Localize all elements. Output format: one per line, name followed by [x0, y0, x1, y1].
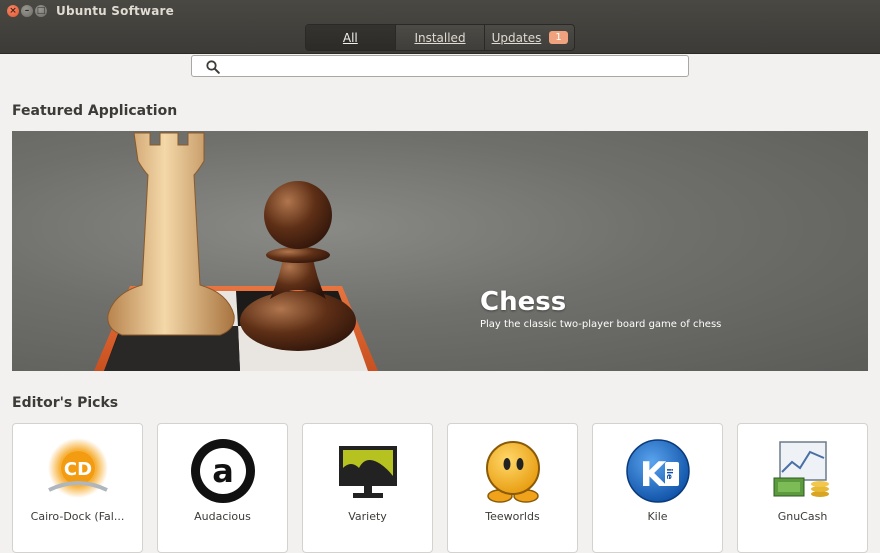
svg-text:ile: ile: [665, 469, 674, 480]
kile-icon: K ile: [626, 439, 690, 503]
chess-artwork: [94, 132, 378, 371]
window-title: Ubuntu Software: [56, 4, 174, 18]
window-titlebar: × – □ Ubuntu Software All Installed Upda…: [0, 0, 880, 54]
app-name: Variety: [348, 510, 387, 523]
close-window-button[interactable]: ×: [7, 5, 19, 17]
editors-picks-title: Editor's Picks: [12, 395, 119, 411]
featured-banner[interactable]: Chess Play the classic two-player board …: [12, 131, 868, 371]
app-name: Cairo-Dock (Fal...: [30, 510, 125, 523]
app-card-variety[interactable]: Variety: [302, 423, 433, 553]
cairo-dock-icon: CD: [48, 438, 108, 498]
teeworlds-icon: [486, 441, 540, 503]
search-input[interactable]: [191, 55, 689, 77]
tab-updates[interactable]: Updates 1: [485, 25, 574, 50]
maximize-icon: □: [36, 5, 46, 16]
app-name: Kile: [647, 510, 668, 523]
featured-section-title: Featured Application: [12, 103, 178, 119]
app-card-kile[interactable]: K ile Kile: [592, 423, 723, 553]
featured-app-name: Chess: [480, 287, 567, 317]
tab-all[interactable]: All: [306, 25, 396, 50]
variety-icon: [339, 446, 397, 498]
app-card-gnucash[interactable]: GnuCash: [737, 423, 868, 553]
app-name: Teeworlds: [485, 510, 540, 523]
app-name: GnuCash: [777, 510, 828, 523]
app-card-cairo-dock[interactable]: CD Cairo-Dock (Fal...: [12, 423, 143, 553]
app-name: Audacious: [194, 510, 251, 523]
tab-all-label: All: [342, 30, 358, 45]
svg-text:CD: CD: [64, 459, 92, 480]
maximize-window-button[interactable]: □: [35, 5, 47, 17]
audacious-icon: a: [191, 439, 255, 503]
view-switcher: All Installed Updates 1: [305, 24, 575, 51]
app-card-audacious[interactable]: a Audacious: [157, 423, 288, 553]
minimize-window-button[interactable]: –: [21, 5, 33, 17]
search-icon: [206, 60, 220, 74]
close-icon: ×: [9, 5, 17, 16]
featured-app-description: Play the classic two-player board game o…: [480, 319, 722, 330]
svg-text:K: K: [640, 455, 668, 495]
tab-updates-label: Updates: [491, 30, 542, 45]
tab-installed-label: Installed: [414, 30, 466, 45]
minimize-icon: –: [24, 5, 30, 16]
svg-text:a: a: [212, 452, 234, 490]
tab-installed[interactable]: Installed: [396, 25, 486, 50]
app-card-teeworlds[interactable]: Teeworlds: [447, 423, 578, 553]
updates-count-badge: 1: [549, 31, 568, 44]
gnucash-icon: [773, 441, 829, 497]
